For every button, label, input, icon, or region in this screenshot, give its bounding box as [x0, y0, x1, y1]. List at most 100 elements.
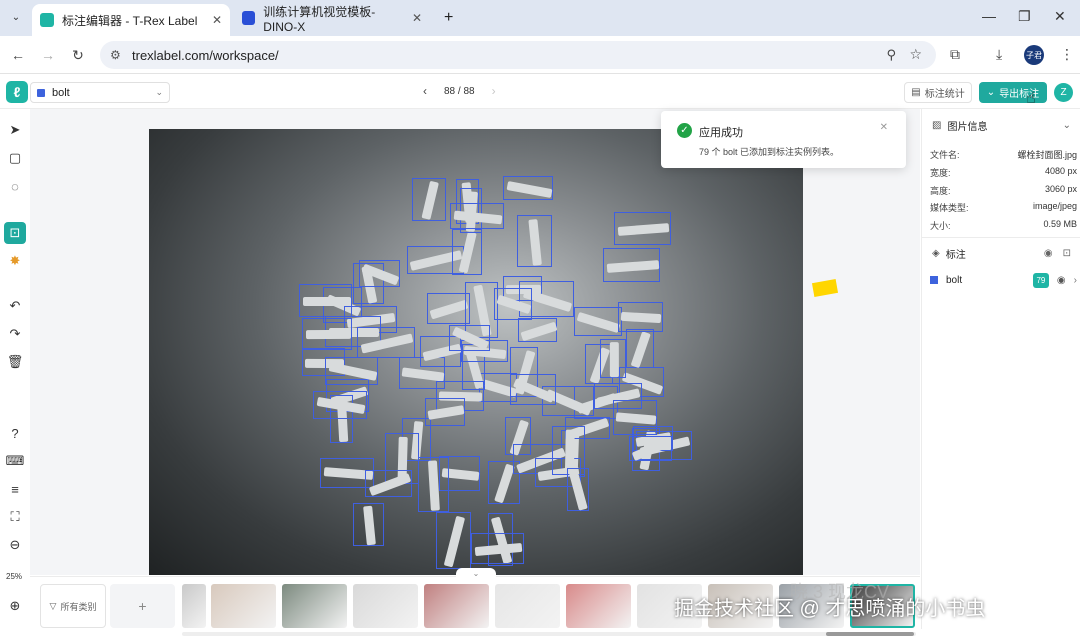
bolt-bounding-box[interactable]: [517, 318, 558, 343]
forward-icon[interactable]: →: [38, 45, 58, 65]
export-annotations-button[interactable]: ⌄ 导出标注: [979, 82, 1047, 103]
bolt-bounding-box[interactable]: [626, 328, 655, 369]
bolt-bounding-box[interactable]: [517, 215, 552, 267]
bolt-bounding-box[interactable]: [412, 178, 447, 221]
close-icon[interactable]: ✕: [880, 122, 888, 133]
bolt-bounding-box[interactable]: [613, 212, 671, 246]
page-counter: 88 / 88: [444, 85, 475, 97]
zoom-icon[interactable]: ⚲: [886, 47, 896, 63]
minimize-icon[interactable]: —: [982, 8, 996, 24]
bolt-bounding-box[interactable]: [509, 373, 557, 406]
profile-avatar[interactable]: 子君: [1024, 45, 1044, 65]
zoom-out-icon[interactable]: ⊖: [4, 534, 26, 556]
bolt-bounding-box[interactable]: [628, 435, 672, 462]
bolt-bounding-box[interactable]: [573, 307, 622, 336]
bolt-object: [303, 297, 351, 307]
redo-icon[interactable]: ↷: [4, 323, 26, 345]
close-icon[interactable]: ✕: [412, 11, 422, 25]
tab-trex-label[interactable]: 标注编辑器 - T-Rex Label ✕: [32, 4, 230, 36]
polygon-icon[interactable]: ◌: [4, 175, 26, 197]
bolt-bounding-box[interactable]: [425, 397, 466, 426]
restore-icon[interactable]: ❐: [1018, 8, 1031, 25]
bolt-bounding-box[interactable]: [365, 469, 413, 498]
bolt-bounding-box[interactable]: [493, 287, 533, 320]
eye-icon[interactable]: ◉: [1057, 275, 1066, 286]
trex-logo-icon[interactable]: ℓ: [6, 81, 28, 103]
download-icon[interactable]: ⤓: [996, 46, 1002, 63]
bolt-bounding-box[interactable]: [449, 203, 504, 229]
image-thumbnail[interactable]: [424, 584, 489, 628]
bolt-bounding-box[interactable]: [313, 390, 367, 419]
bolt-bounding-box[interactable]: [435, 512, 472, 569]
bolt-bounding-box[interactable]: [503, 176, 553, 201]
add-image-button[interactable]: +: [110, 584, 175, 628]
help-icon[interactable]: ?: [4, 422, 26, 444]
bolt-bounding-box[interactable]: [358, 260, 400, 288]
image-thumbnail[interactable]: [495, 584, 560, 628]
new-tab-button[interactable]: +: [436, 4, 460, 32]
fit-icon[interactable]: ⛶: [4, 506, 26, 528]
bolt-bounding-box[interactable]: [299, 284, 353, 318]
filmstrip-scrollbar[interactable]: [182, 632, 916, 636]
smart-box-icon[interactable]: ⊡: [4, 222, 26, 244]
tab-search-icon[interactable]: ⌄: [6, 7, 26, 27]
bolt-bounding-box[interactable]: [602, 247, 661, 283]
reload-icon[interactable]: ↻: [68, 45, 88, 65]
bolt-bounding-box[interactable]: [352, 502, 384, 547]
category-filter-button[interactable]: ▽ 所有类别: [40, 584, 106, 628]
label-color-swatch: [930, 276, 938, 284]
close-icon[interactable]: ✕: [212, 13, 222, 27]
address-bar: ← → ↻ ⚙ trexlabel.com/workspace/ ⚲ ☆ ⧉ ⤓…: [0, 36, 1080, 74]
bolt-bounding-box[interactable]: [427, 292, 470, 325]
bolt-bounding-box[interactable]: [612, 400, 657, 436]
bolt-bounding-box[interactable]: [417, 456, 450, 512]
extensions-icon[interactable]: ⧉: [950, 46, 960, 63]
bolt-bounding-box[interactable]: [325, 356, 379, 385]
undo-icon[interactable]: ↶: [4, 295, 26, 317]
bolts-image[interactable]: [149, 129, 803, 575]
site-info-icon[interactable]: ⚙: [110, 48, 121, 62]
bookmark-star-icon[interactable]: ☆: [909, 46, 922, 63]
next-image-icon[interactable]: ›: [487, 84, 501, 98]
image-info-header[interactable]: ▨ 图片信息 ⌄: [922, 111, 1080, 139]
chevron-down-icon: ⌄: [986, 87, 996, 98]
bolt-bounding-box[interactable]: [448, 324, 491, 351]
bolt-bounding-box[interactable]: [471, 532, 524, 564]
bolt-bounding-box[interactable]: [357, 327, 415, 358]
select-arrow-icon[interactable]: ➤: [4, 119, 26, 141]
bolt-bounding-box[interactable]: [566, 468, 589, 511]
image-thumbnail[interactable]: [566, 584, 631, 628]
bolt-bounding-box[interactable]: [302, 318, 352, 350]
collapse-filmstrip-button[interactable]: ⌄: [456, 568, 496, 580]
tab-dino-x[interactable]: 训练计算机视觉模板- DINO-X ✕: [234, 4, 430, 34]
bolt-object: [361, 263, 399, 286]
bolt-bounding-box[interactable]: [451, 228, 483, 275]
bolt-bounding-box[interactable]: [618, 301, 663, 332]
annotation-item-bolt[interactable]: bolt 79 ◉ ›: [930, 270, 1077, 290]
zoom-in-icon[interactable]: ⊕: [4, 595, 26, 617]
image-thumbnail[interactable]: [282, 584, 347, 628]
more-menu-icon[interactable]: ⋮: [1060, 46, 1074, 63]
keyboard-icon[interactable]: ⌨: [4, 450, 26, 472]
bolt-bounding-box[interactable]: [599, 339, 627, 378]
chevron-right-icon[interactable]: ›: [1074, 275, 1077, 286]
image-thumbnail[interactable]: [353, 584, 418, 628]
label-selector[interactable]: bolt ⌄: [30, 82, 170, 103]
bolt-object: [451, 326, 490, 351]
prev-image-icon[interactable]: ‹: [418, 84, 432, 98]
box-select-icon[interactable]: ⊡: [1063, 248, 1071, 259]
bolt-object: [496, 295, 532, 315]
close-window-icon[interactable]: ✕: [1054, 8, 1066, 25]
user-avatar[interactable]: Z: [1054, 83, 1073, 102]
annotation-stats-button[interactable]: ▤ 标注统计: [904, 82, 972, 103]
magic-icon[interactable]: ✸: [4, 250, 26, 272]
url-field[interactable]: ⚙ trexlabel.com/workspace/ ⚲ ☆: [100, 41, 936, 69]
image-thumbnail[interactable]: [182, 584, 206, 628]
rectangle-icon[interactable]: ▢: [4, 147, 26, 169]
back-icon[interactable]: ←: [8, 45, 28, 65]
delete-icon[interactable]: 🗑: [4, 351, 26, 373]
image-thumbnail[interactable]: [211, 584, 276, 628]
eye-icon[interactable]: ◉: [1044, 248, 1053, 259]
sliders-icon[interactable]: ≡: [4, 478, 26, 500]
scrollbar-thumb[interactable]: [826, 632, 914, 636]
